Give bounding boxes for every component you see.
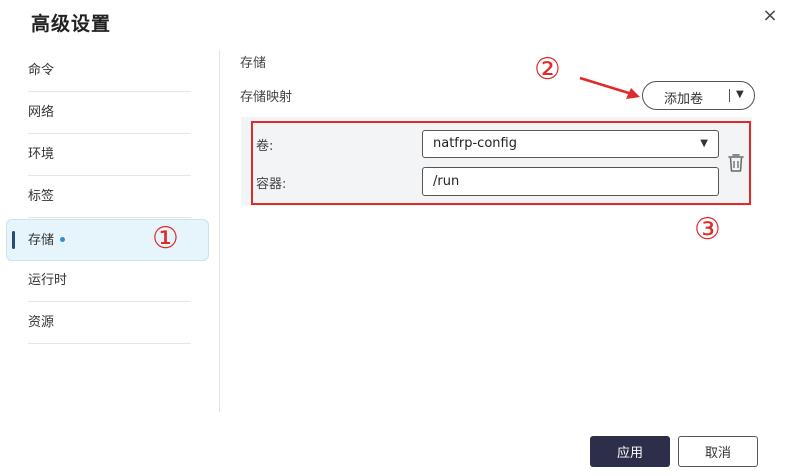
advanced-settings-dialog: 高级设置 × 命令 网络 环境 标签 存储 运行时 资源 存储 存储映射 添加卷… [0, 0, 786, 476]
button-separator [729, 89, 730, 102]
sidebar-item-runtime[interactable]: 运行时 [28, 260, 191, 302]
annotation-marker-2: ② [534, 52, 561, 87]
sidebar-item-network[interactable]: 网络 [28, 92, 191, 134]
cancel-button[interactable]: 取消 [678, 436, 758, 467]
apply-button[interactable]: 应用 [590, 436, 670, 467]
annotation-arrow-icon [579, 76, 640, 99]
dialog-title: 高级设置 [31, 13, 112, 35]
sidebar-item-labels[interactable]: 标签 [28, 176, 191, 218]
sidebar-item-label: 运行时 [28, 273, 68, 288]
dropdown-caret-icon[interactable]: ▼ [736, 87, 744, 103]
close-icon[interactable]: × [760, 6, 780, 26]
annotation-marker-1: ① [152, 221, 179, 256]
sidebar-item-label: 资源 [28, 315, 55, 330]
sidebar-item-resources[interactable]: 资源 [28, 302, 191, 344]
section-title: 存储 [240, 56, 267, 71]
sidebar-item-label: 标签 [28, 189, 55, 204]
annotation-marker-3: ③ [694, 212, 721, 247]
active-indicator-bar [12, 231, 15, 249]
sidebar-item-label: 命令 [28, 63, 55, 78]
sidebar-item-label: 环境 [28, 147, 55, 162]
add-volume-button[interactable]: 添加卷 ▼ [642, 81, 755, 110]
sidebar-item-environment[interactable]: 环境 [28, 134, 191, 176]
sidebar-item-command[interactable]: 命令 [28, 50, 191, 92]
modified-dot-icon [60, 237, 66, 242]
sidebar-divider [219, 50, 220, 412]
annotation-highlight-box [251, 121, 751, 205]
add-volume-label: 添加卷 [664, 92, 704, 107]
sidebar-item-label: 网络 [28, 105, 55, 120]
mapping-title: 存储映射 [240, 90, 293, 105]
sidebar-item-label: 存储 [28, 233, 55, 248]
